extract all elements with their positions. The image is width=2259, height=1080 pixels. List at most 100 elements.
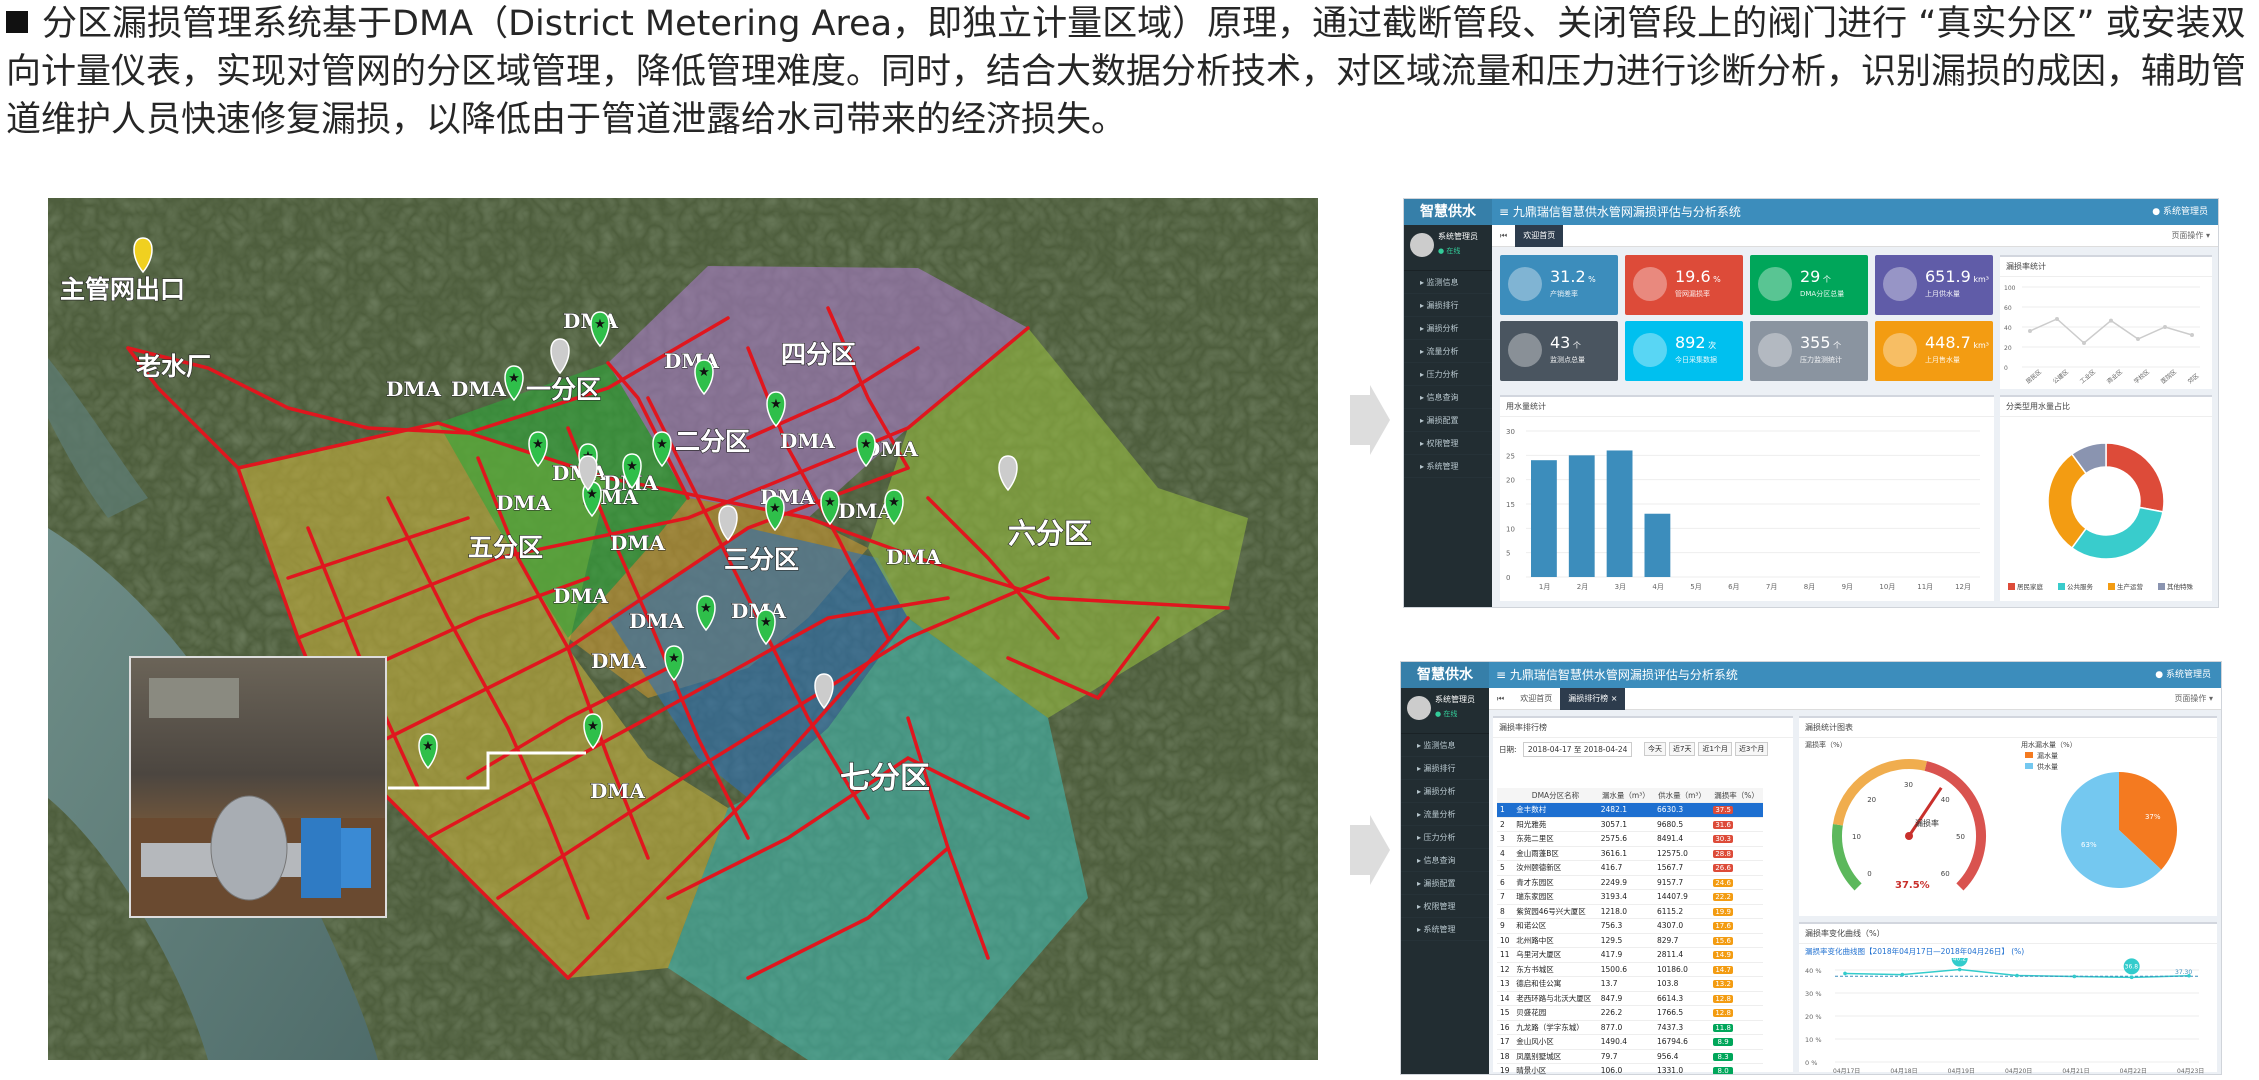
- rank-cell: 9: [1497, 918, 1514, 934]
- sidebar-item[interactable]: ▸ 流量分析: [1401, 803, 1489, 826]
- rank-cell: 14: [1497, 991, 1514, 1006]
- sidebar-item[interactable]: ▸ 压力分析: [1404, 363, 1492, 386]
- table-row[interactable]: 2 阳光雅苑 3057.1 9680.5 31.6: [1497, 817, 1763, 832]
- stat-card[interactable]: 29 个 DMA分区总量: [1750, 255, 1868, 315]
- table-row[interactable]: 9 和诺公区 756.3 4307.0 17.6: [1497, 918, 1763, 934]
- dma-label: DMA: [451, 377, 506, 401]
- card-unit: %: [1710, 275, 1721, 284]
- rate-badge: 24.6: [1713, 878, 1734, 887]
- rate-badge: 8.3: [1713, 1052, 1734, 1061]
- card-icon: [1883, 333, 1917, 367]
- sidebar-item[interactable]: ▸ 权限管理: [1401, 895, 1489, 918]
- table-row[interactable]: 14 老西环路与北沃大厦区 847.9 6614.3 12.8: [1497, 991, 1763, 1006]
- name-cell: 和诺公区: [1513, 918, 1598, 934]
- stat-card[interactable]: 19.6 % 管网漏损率: [1625, 255, 1743, 315]
- quick-range-button[interactable]: 近1个月: [1698, 742, 1732, 756]
- user-menu[interactable]: ● 系统管理员: [2152, 199, 2208, 225]
- table-row[interactable]: 6 青才东园区 2249.9 9157.7 24.6: [1497, 875, 1763, 890]
- sidebar-item[interactable]: ▸ 压力分析: [1401, 826, 1489, 849]
- table-row[interactable]: 5 汝州颐德新区 416.7 1567.7 26.6: [1497, 860, 1763, 876]
- stat-card[interactable]: 892 次今日采集数据: [1625, 321, 1743, 381]
- user-menu[interactable]: ● 系统管理员: [2155, 662, 2211, 688]
- sidebar-item[interactable]: ▸ 流量分析: [1404, 340, 1492, 363]
- date-range-input[interactable]: 2018-04-17 至 2018-04-24: [1522, 742, 1633, 757]
- stat-card[interactable]: 448.7 km³ 上月售水量: [1875, 321, 1993, 381]
- valve-body: [210, 795, 288, 901]
- rank-cell: 18: [1497, 1049, 1514, 1064]
- rate-cell: 11.8: [1710, 1020, 1763, 1035]
- sidebar-item[interactable]: ▸ 漏损排行: [1401, 757, 1489, 780]
- name-cell: 凤凰别墅城区: [1513, 1049, 1598, 1064]
- supply-cell: 1331.0: [1653, 1063, 1711, 1074]
- stat-card[interactable]: 31.2 % 产销差率: [1500, 255, 1618, 315]
- table-row[interactable]: 4 金山雨蓬B区 3616.1 12575.0 28.8: [1497, 846, 1763, 861]
- y-tick-label: 25: [1506, 452, 1515, 460]
- sidebar-item[interactable]: ▸ 漏损排行: [1404, 294, 1492, 317]
- name-cell: 贝盛花园: [1513, 1005, 1598, 1021]
- table-row[interactable]: 13 德启和佳公寓 13.7 103.8 13.2: [1497, 976, 1763, 992]
- sidebar-item[interactable]: ▸ 漏损分析: [1401, 780, 1489, 803]
- sidebar-item[interactable]: ▸ 漏损分析: [1404, 317, 1492, 340]
- sidebar-item[interactable]: ▸ 系统管理: [1404, 455, 1492, 478]
- quick-range-button[interactable]: 今天: [1644, 742, 1666, 756]
- rate-cell: 8.3: [1710, 1049, 1763, 1064]
- table-row[interactable]: 7 瑞东家园区 3193.4 14407.9 22.2: [1497, 889, 1763, 905]
- stat-card[interactable]: 43 个监测点总量: [1500, 321, 1618, 381]
- rank-cell: 11: [1497, 947, 1514, 963]
- quick-range-button[interactable]: 近3个月: [1734, 742, 1769, 756]
- column-header: 漏损率（%）: [1710, 788, 1763, 803]
- blue-flange: [341, 828, 371, 888]
- table-row[interactable]: 17 金山风小区 1490.4 16794.6 8.9: [1497, 1034, 1763, 1050]
- x-tick-label: 04月19日: [1948, 1068, 1975, 1075]
- stat-card[interactable]: 355 个压力监测统计: [1750, 321, 1868, 381]
- table-row[interactable]: 12 东方书城区 1500.6 10186.0 14.7: [1497, 962, 1763, 977]
- tab-nav-prev[interactable]: ⏮: [1492, 225, 1515, 247]
- sidebar-item[interactable]: ▸ 漏损配置: [1404, 409, 1492, 432]
- brand[interactable]: 智慧供水: [1401, 662, 1489, 688]
- table-row[interactable]: 16 九龙路（学字东城） 877.0 7437.3 11.8: [1497, 1020, 1763, 1035]
- table-row[interactable]: 3 东苑二里区 2575.6 8491.4 30.3: [1497, 831, 1763, 847]
- y-tick-label: 20: [1506, 477, 1515, 485]
- sidebar-item[interactable]: ▸ 权限管理: [1404, 432, 1492, 455]
- star-icon: ★: [860, 437, 872, 452]
- sidebar-user: 系统管理员 ● 在线: [1401, 688, 1489, 734]
- sidebar-item[interactable]: ▸ 监测信息: [1401, 734, 1489, 757]
- page-actions-menu[interactable]: 页面操作 ▾: [2174, 688, 2213, 710]
- table-row[interactable]: 11 乌里河大厦区 417.9 2811.4 14.9: [1497, 947, 1763, 963]
- table-row[interactable]: 1 金丰数村 2482.1 6630.3 37.5: [1497, 802, 1763, 818]
- x-tick-label: 居民区: [2025, 369, 2043, 386]
- table-row[interactable]: 18 凤凰别墅城区 79.7 956.4 8.3: [1497, 1049, 1763, 1064]
- tab-home[interactable]: 欢迎首页: [1515, 225, 1564, 247]
- quick-range-button[interactable]: 近7天: [1669, 742, 1696, 756]
- intro-paragraph: 分区漏损管理系统基于DMA（District Metering Area，即独立…: [6, 0, 2254, 144]
- y-tick-label: 5: [1506, 550, 1510, 558]
- legend-label: 漏水量: [2037, 751, 2058, 760]
- tab-home[interactable]: 欢迎首页: [1512, 688, 1560, 710]
- table-row[interactable]: 19 晴景小区 106.0 1331.0 8.0: [1497, 1063, 1763, 1074]
- sidebar-item[interactable]: ▸ 监测信息: [1404, 271, 1492, 294]
- sidebar-item[interactable]: ▸ 信息查询: [1404, 386, 1492, 409]
- sidebar-item[interactable]: ▸ 漏损配置: [1401, 872, 1489, 895]
- marker-label: 40.2: [1953, 958, 1967, 963]
- rate-badge: 30.3: [1713, 835, 1734, 844]
- dma-label: DMA: [590, 779, 645, 803]
- sidebar-item[interactable]: ▸ 信息查询: [1401, 849, 1489, 872]
- page-actions-menu[interactable]: 页面操作 ▾: [2171, 225, 2210, 247]
- sidebar-item[interactable]: ▸ 系统管理: [1401, 918, 1489, 941]
- tab-ranking[interactable]: 漏损排行榜 ×: [1560, 688, 1626, 710]
- rate-cell: 37.5: [1710, 802, 1763, 818]
- card-unit: 次: [1705, 341, 1717, 350]
- table-row[interactable]: 8 紫贸园46号兴大厦区 1218.0 6115.2 19.9: [1497, 904, 1763, 919]
- x-tick-label: 郊区: [2186, 372, 2200, 386]
- table-row[interactable]: 15 贝盛花园 226.2 1766.5 12.8: [1497, 1005, 1763, 1021]
- name-cell: 金丰数村: [1513, 802, 1598, 818]
- gauge-tick-label: 40: [1941, 796, 1950, 804]
- box-title: 漏损统计图表: [1799, 718, 2217, 738]
- rate-badge: 28.8: [1713, 849, 1734, 858]
- rate-cell: 15.6: [1710, 933, 1763, 948]
- stat-card[interactable]: 651.9 km³ 上月供水量: [1875, 255, 1993, 315]
- brand[interactable]: 智慧供水: [1404, 199, 1492, 225]
- tab-nav-prev[interactable]: ⏮: [1489, 688, 1512, 710]
- table-row[interactable]: 10 北州路中区 129.5 829.7 15.6: [1497, 933, 1763, 948]
- supply-cell: 1567.7: [1653, 860, 1711, 876]
